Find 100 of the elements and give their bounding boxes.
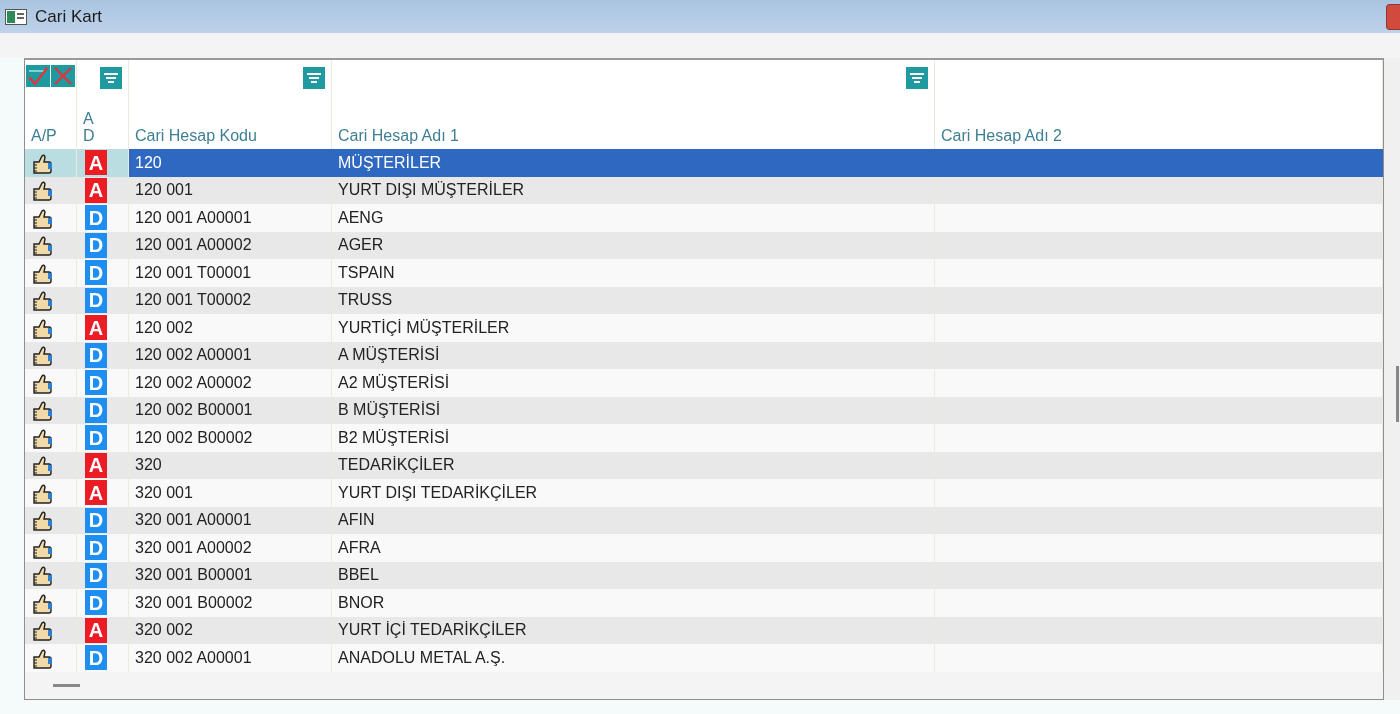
type-badge: D: [85, 397, 107, 423]
column-label: Cari Hesap Adı 1: [338, 127, 459, 144]
check-all-icon[interactable]: [26, 65, 50, 87]
account-code: 120 002: [135, 317, 193, 338]
thumbs-up-icon[interactable]: [31, 564, 53, 587]
type-badge: A: [85, 315, 107, 341]
filter-icon[interactable]: [303, 66, 325, 89]
account-code: 320 001 B00001: [135, 565, 253, 586]
thumbs-up-icon[interactable]: [31, 151, 53, 174]
thumbs-up-icon[interactable]: [31, 371, 53, 394]
scrollbar-thumb[interactable]: [1396, 366, 1399, 422]
scrollbar[interactable]: [1384, 58, 1400, 700]
table-row[interactable]: A 120 002 YURTİÇİ MÜŞTERİLER: [25, 314, 1383, 342]
account-name: AFIN: [338, 510, 375, 531]
type-badge: D: [85, 342, 107, 368]
column-label: Cari Hesap Kodu: [135, 127, 257, 144]
account-code: 120 001 T00002: [135, 290, 252, 311]
thumbs-up-icon[interactable]: [31, 261, 53, 284]
thumbs-up-icon[interactable]: [31, 591, 53, 614]
type-badge: A: [85, 617, 107, 643]
account-name: TRUSS: [338, 290, 393, 311]
table-row[interactable]: D 120 002 A00002 A2 MÜŞTERİSİ: [25, 369, 1383, 397]
table-row[interactable]: D 120 002 B00001 B MÜŞTERİSİ: [25, 396, 1383, 424]
table-row[interactable]: D 320 001 B00001 BBEL: [25, 561, 1383, 589]
app-icon: [5, 8, 27, 25]
account-name: BNOR: [338, 592, 385, 613]
account-code: 320 002 A00001: [135, 647, 252, 668]
type-badge: D: [85, 507, 107, 533]
account-code: 320 002: [135, 620, 193, 641]
account-name: TSPAIN: [338, 262, 395, 283]
account-name: B MÜŞTERİSİ: [338, 400, 441, 421]
table-row[interactable]: A 120 001 YURT DIŞI MÜŞTERİLER: [25, 176, 1383, 204]
thumbs-up-icon[interactable]: [31, 509, 53, 532]
type-badge: D: [85, 370, 107, 396]
type-badge: A: [85, 177, 107, 203]
uncheck-all-icon[interactable]: [51, 65, 75, 87]
table-row[interactable]: D 320 002 A00001 ANADOLU METAL A.Ş.: [25, 644, 1383, 672]
thumbs-up-icon[interactable]: [31, 344, 53, 367]
account-name: AENG: [338, 207, 384, 228]
account-name: A MÜŞTERİSİ: [338, 345, 440, 366]
type-badge: D: [85, 260, 107, 286]
filter-icon[interactable]: [906, 66, 928, 89]
account-code: 320 001 B00002: [135, 592, 253, 613]
account-name: A2 MÜŞTERİSİ: [338, 372, 450, 393]
table-row[interactable]: A 120 MÜŞTERİLER: [25, 149, 1383, 177]
thumbs-up-icon[interactable]: [31, 399, 53, 422]
type-badge: D: [85, 425, 107, 451]
type-badge: A: [85, 150, 107, 176]
thumbs-up-icon[interactable]: [31, 206, 53, 229]
thumbs-up-icon[interactable]: [31, 619, 53, 642]
thumbs-up-icon[interactable]: [31, 454, 53, 477]
account-code: 320 001: [135, 482, 193, 503]
type-badge: D: [85, 287, 107, 313]
type-badge: A: [85, 452, 107, 478]
table-row[interactable]: A 320 001 YURT DIŞI TEDARİKÇİLER: [25, 479, 1383, 507]
account-code: 320 001 A00002: [135, 537, 252, 558]
type-badge: D: [85, 232, 107, 258]
type-badge: D: [85, 590, 107, 616]
thumbs-up-icon[interactable]: [31, 536, 53, 559]
account-code: 120 002 A00002: [135, 372, 252, 393]
thumbs-up-icon[interactable]: [31, 316, 53, 339]
close-button[interactable]: [1386, 3, 1400, 30]
table-row[interactable]: D 320 001 A00001 AFIN: [25, 506, 1383, 534]
thumbs-up-icon[interactable]: [31, 646, 53, 669]
column-header[interactable]: A D: [77, 60, 129, 149]
table-row[interactable]: D 120 001 A00002 AGER: [25, 231, 1383, 259]
account-name: BBEL: [338, 565, 379, 586]
account-code: 120 002 A00001: [135, 345, 252, 366]
filter-icon[interactable]: [100, 66, 122, 89]
table-row[interactable]: D 320 001 A00002 AFRA: [25, 534, 1383, 562]
column-header[interactable]: A/P: [25, 60, 77, 149]
thumbs-up-icon[interactable]: [31, 234, 53, 257]
thumbs-up-icon[interactable]: [31, 426, 53, 449]
type-badge: A: [85, 480, 107, 506]
account-code: 120: [135, 152, 162, 173]
table-row[interactable]: D 120 002 B00002 B2 MÜŞTERİSİ: [25, 424, 1383, 452]
table-row[interactable]: D 120 001 T00001 TSPAIN: [25, 259, 1383, 287]
thumbs-up-icon[interactable]: [31, 179, 53, 202]
account-code: 120 001 A00002: [135, 235, 252, 256]
table-row[interactable]: D 120 002 A00001 A MÜŞTERİSİ: [25, 341, 1383, 369]
account-code: 120 001 T00001: [135, 262, 252, 283]
table-row[interactable]: D 120 001 T00002 TRUSS: [25, 286, 1383, 314]
type-badge: D: [85, 645, 107, 671]
account-name: ANADOLU METAL A.Ş.: [338, 647, 506, 668]
resize-handle[interactable]: [53, 684, 80, 687]
table-row[interactable]: A 320 002 YURT İÇİ TEDARİKÇİLER: [25, 616, 1383, 644]
table-row[interactable]: D 320 001 B00002 BNOR: [25, 589, 1383, 617]
account-name: YURT DIŞI MÜŞTERİLER: [338, 180, 525, 201]
account-name: AFRA: [338, 537, 381, 558]
account-name: YURTİÇİ MÜŞTERİLER: [338, 317, 510, 338]
account-code: 120 002 B00001: [135, 400, 253, 421]
account-code: 120 001: [135, 180, 193, 201]
thumbs-up-icon[interactable]: [31, 289, 53, 312]
column-label: A D: [83, 110, 95, 144]
table-row[interactable]: A 320 TEDARİKÇİLER: [25, 451, 1383, 479]
account-name: YURT İÇİ TEDARİKÇİLER: [338, 620, 527, 641]
type-badge: D: [85, 535, 107, 561]
account-name: TEDARİKÇİLER: [338, 455, 455, 476]
table-row[interactable]: D 120 001 A00001 AENG: [25, 204, 1383, 232]
thumbs-up-icon[interactable]: [31, 481, 53, 504]
